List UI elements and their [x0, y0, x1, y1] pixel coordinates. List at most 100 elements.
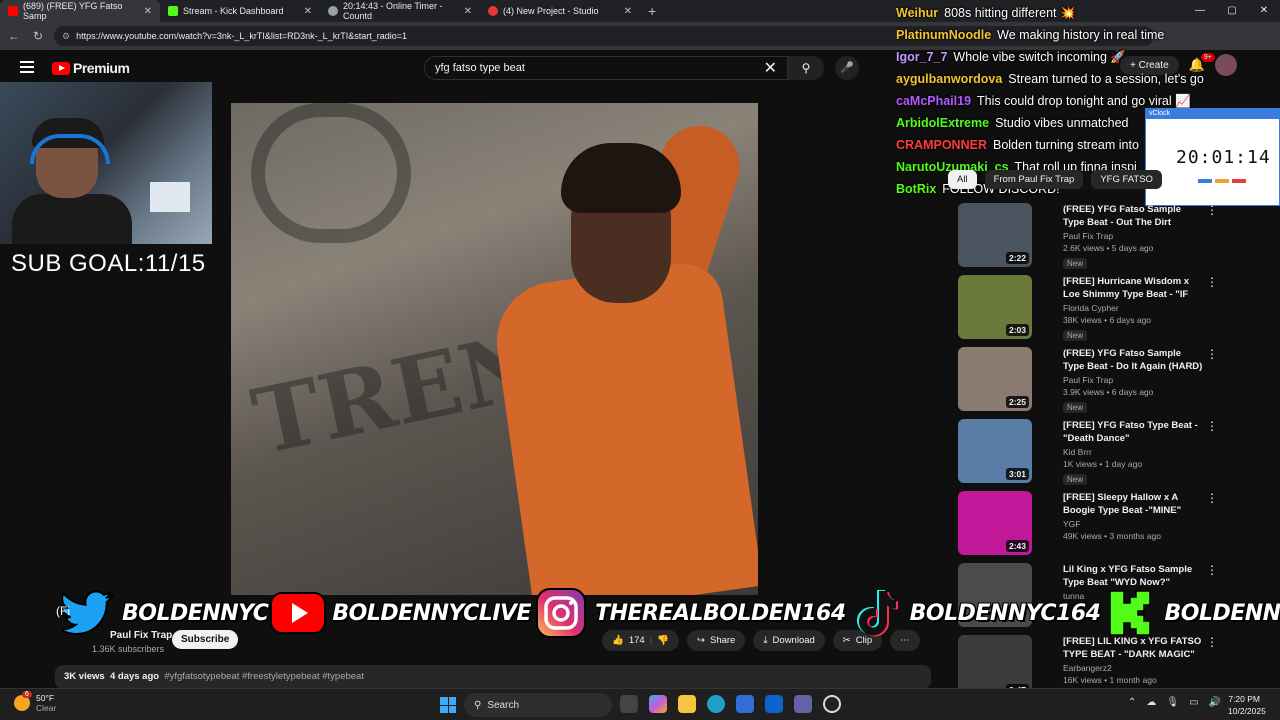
video-channel[interactable]: Kid Brrr	[1063, 447, 1203, 457]
search-button[interactable]: ⚲	[788, 56, 824, 80]
social-handle: THEREALBOLDEN164	[531, 587, 846, 639]
video-channel[interactable]: Paul Fix Trap	[1063, 231, 1203, 241]
store-icon[interactable]	[736, 695, 754, 713]
volume-icon[interactable]: 🔊	[1209, 697, 1221, 708]
cloud-icon[interactable]: ☁	[1146, 697, 1156, 708]
chip-topic[interactable]: YFG FATSO	[1091, 170, 1162, 189]
video-title[interactable]: [FREE] Hurricane Wisdom x Loe Shimmy Typ…	[1063, 275, 1203, 301]
new-badge: New	[1063, 402, 1088, 413]
social-handle: BOLDENNYCLIVE	[268, 587, 532, 639]
webcam-overlay	[0, 82, 212, 244]
recommended-video[interactable]: 2:25 (FREE) YFG Fatso Sample Type Beat - …	[948, 347, 1218, 413]
taskbar-clock[interactable]: 7:20 PM 10/2/2025	[1228, 693, 1266, 717]
more-vert-icon[interactable]: ⋮	[1206, 491, 1218, 505]
chat-username[interactable]: Weihur	[896, 6, 938, 20]
more-vert-icon[interactable]: ⋮	[1206, 419, 1218, 433]
chat-username[interactable]: aygulbanwordova	[896, 72, 1002, 86]
video-title[interactable]: (FREE) YFG Fatso Sample Type Beat - Out …	[1063, 203, 1203, 229]
video-channel[interactable]: Florida Cypher	[1063, 303, 1203, 313]
webcam-person-body	[12, 194, 132, 244]
hashtags[interactable]: #yfgfatsotypebeat #freestyletypebeat #ty…	[164, 671, 364, 682]
recommended-video[interactable]: 2:03 [FREE] Hurricane Wisdom x Loe Shimmy…	[948, 275, 1218, 341]
social-handles-overlay: BOLDENNYC BOLDENNYCLIVE THEREALBOLDEN164 BO…	[58, 580, 1280, 646]
video-graffiti-circle	[251, 103, 411, 243]
search-input[interactable]: yfg fatso type beat ✕	[424, 56, 788, 80]
tab-youtube[interactable]: (689) (FREE) YFG Fatso Samp ✕	[0, 0, 160, 22]
windows-start-icon[interactable]	[440, 697, 456, 713]
clock-button-orange[interactable]	[1215, 179, 1229, 183]
chat-username[interactable]: Igor_7_7	[896, 50, 947, 64]
close-icon[interactable]: ✕	[304, 6, 312, 17]
video-channel[interactable]: YGF	[1063, 519, 1203, 529]
description-box[interactable]: 3K views 4 days ago #yfgfatsotypebeat #f…	[55, 665, 931, 689]
video-channel[interactable]: Paul Fix Trap	[1063, 375, 1203, 385]
tab-timer[interactable]: 20:14:43 - Online Timer - Countd ✕	[320, 0, 480, 22]
obs-icon[interactable]	[823, 695, 841, 713]
more-vert-icon[interactable]: ⋮	[1206, 563, 1218, 577]
clock-widget: vClock 20:01:14	[1145, 108, 1280, 206]
video-channel[interactable]: Earbangerz2	[1063, 663, 1203, 673]
video-thumbnail[interactable]: 2:25	[958, 347, 1032, 411]
timer-icon	[328, 6, 338, 16]
chat-message: Weihur 808s hitting different 💥	[896, 2, 1226, 24]
tab-title: 20:14:43 - Online Timer - Countd	[343, 1, 443, 21]
clock-button-blue[interactable]	[1198, 179, 1212, 183]
back-icon[interactable]: ←	[6, 29, 22, 43]
site-info-icon[interactable]: ⚙	[62, 31, 70, 42]
network-icon[interactable]: ▭	[1189, 697, 1198, 708]
chip-all[interactable]: All	[948, 170, 977, 189]
video-title[interactable]: [FREE] YFG Fatso Type Beat - "Death Danc…	[1063, 419, 1203, 445]
weather-widget[interactable]: 6 50°F Clear	[14, 691, 56, 713]
tab-studio[interactable]: (4) New Project - Studio ✕	[480, 0, 640, 22]
chat-username[interactable]: CRAMPONNER	[896, 138, 987, 152]
menu-icon[interactable]	[20, 61, 34, 73]
more-vert-icon[interactable]: ⋮	[1206, 275, 1218, 289]
youtube-logo[interactable]: Premium	[52, 60, 130, 76]
taskbar-search[interactable]: ⚲ Search	[464, 693, 612, 717]
clock-time: 20:01:14	[1176, 147, 1271, 168]
tab-kick[interactable]: Stream - Kick Dashboard ✕	[160, 0, 320, 22]
chat-username[interactable]: caMcPhail19	[896, 94, 971, 108]
chat-message: Igor_7_7 Whole vibe switch incoming 🚀	[896, 46, 1226, 68]
video-thumbnail[interactable]: 3:01	[958, 419, 1032, 483]
recommended-video[interactable]: 2:22 (FREE) YFG Fatso Sample Type Beat - …	[948, 203, 1218, 269]
edge-icon[interactable]	[707, 695, 725, 713]
social-handle-text: BOLDENNYC	[122, 600, 269, 626]
close-icon[interactable]: ✕	[624, 6, 632, 17]
video-thumbnail[interactable]: 2:43	[958, 491, 1032, 555]
chat-username[interactable]: BotRix	[896, 182, 936, 196]
more-vert-icon[interactable]: ⋮	[1206, 347, 1218, 361]
new-badge: New	[1063, 330, 1088, 341]
new-tab-button[interactable]: +	[640, 3, 664, 19]
clock-button-red[interactable]	[1232, 179, 1246, 183]
video-player[interactable]: TRENC	[231, 103, 758, 595]
close-icon[interactable]: ✕	[464, 6, 472, 17]
clear-icon[interactable]: ✕	[764, 58, 777, 78]
task-view-icon[interactable]	[620, 695, 638, 713]
copilot-icon[interactable]	[649, 695, 667, 713]
teams-icon[interactable]	[794, 695, 812, 713]
close-icon[interactable]: ✕	[144, 6, 152, 17]
close-window-button[interactable]: ✕	[1248, 0, 1280, 22]
chevron-up-icon[interactable]: ⌃	[1128, 697, 1136, 708]
file-explorer-icon[interactable]	[678, 695, 696, 713]
reload-icon[interactable]: ↻	[30, 29, 46, 43]
microphone-icon[interactable]: 🎙	[1166, 697, 1179, 708]
chip-from-channel[interactable]: From Paul Fix Trap	[984, 170, 1084, 189]
video-title[interactable]: [FREE] Sleepy Hallow x A Boogie Type Bea…	[1063, 491, 1203, 517]
chat-username[interactable]: PlatinumNoodle	[896, 28, 991, 42]
mic-icon[interactable]: 🎤	[835, 56, 859, 80]
windows-taskbar: 6 50°F Clear ⚲ Search ⌃ ☁ 🎙 ▭ 🔊 7:20 PM 1…	[0, 688, 1280, 720]
video-title[interactable]: (FREE) YFG Fatso Sample Type Beat - Do I…	[1063, 347, 1203, 373]
more-vert-icon[interactable]: ⋮	[1206, 203, 1218, 217]
recommended-video[interactable]: 2:43 [FREE] Sleepy Hallow x A Boogie Type…	[948, 491, 1218, 557]
studio-icon	[488, 6, 498, 16]
chat-username[interactable]: ArbidolExtreme	[896, 116, 989, 130]
weather-badge: 6	[22, 691, 32, 698]
outlook-icon[interactable]	[765, 695, 783, 713]
temperature: 50°F	[36, 693, 55, 703]
video-thumbnail[interactable]: 2:22	[958, 203, 1032, 267]
video-thumbnail[interactable]: 2:03	[958, 275, 1032, 339]
recommended-video[interactable]: 3:01 [FREE] YFG Fatso Type Beat - "Death …	[948, 419, 1218, 485]
view-count: 3K views	[64, 671, 105, 682]
